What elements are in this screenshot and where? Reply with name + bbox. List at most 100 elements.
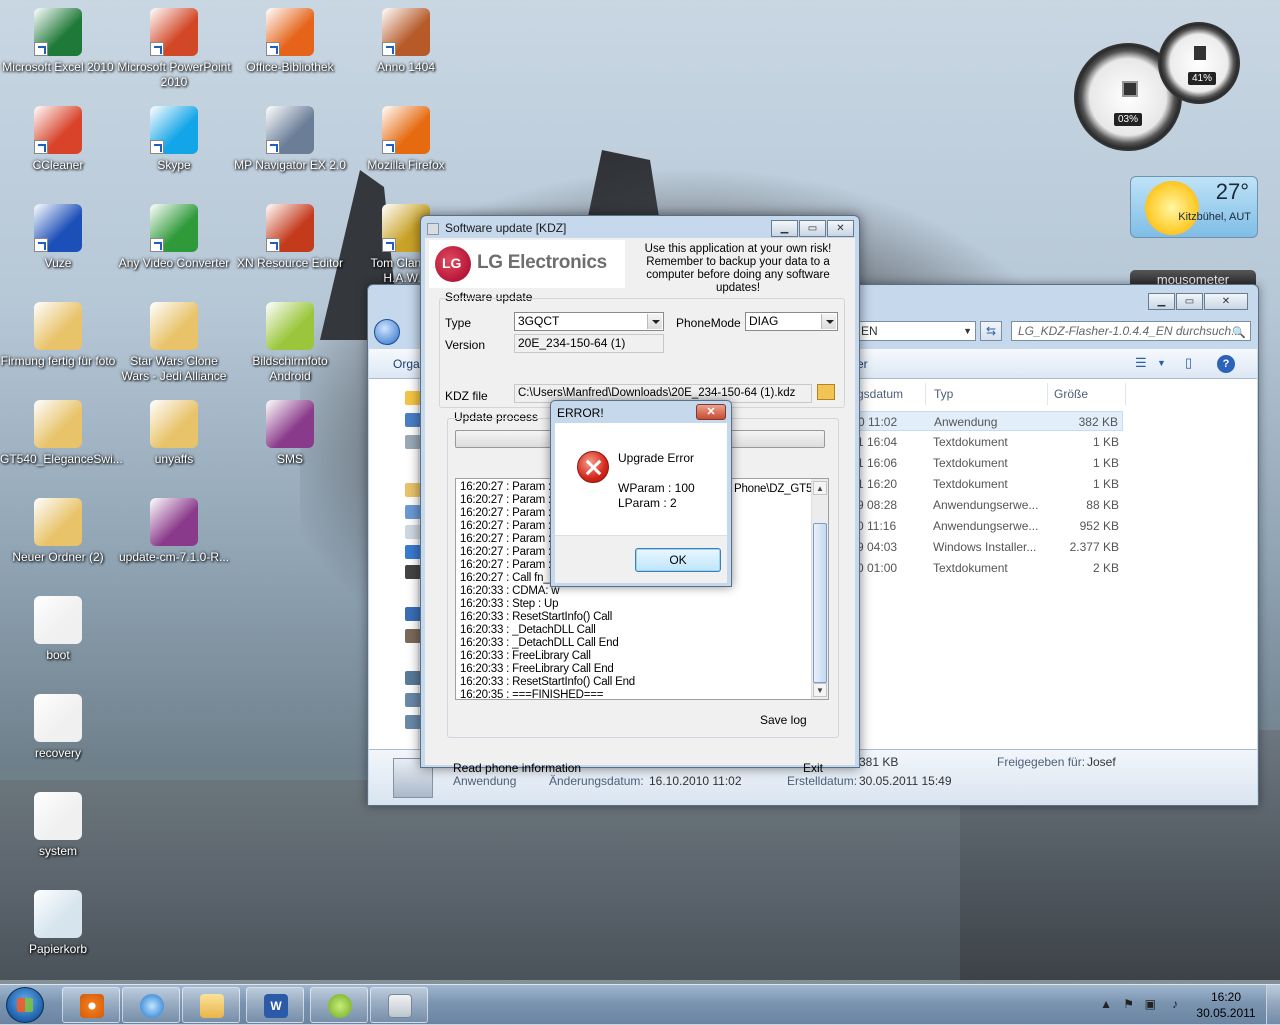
anno-icon	[382, 8, 430, 56]
minimize-button[interactable]: ▁	[1148, 293, 1175, 310]
computer-nav-icon[interactable]	[405, 671, 421, 685]
documents-nav-icon[interactable]	[405, 525, 421, 539]
network-icon[interactable]: ▣	[1145, 997, 1156, 1011]
error-wparam: WParam : 100	[618, 481, 695, 495]
chevron-down-icon[interactable]: ▼	[963, 322, 972, 340]
desktop-icon[interactable]: Any Video Converter	[116, 204, 232, 271]
search-icon[interactable]: 🔍	[1232, 324, 1246, 342]
refresh-button[interactable]: ⇆	[980, 321, 1002, 341]
desktop-icon[interactable]: update-cm-7.1.0-R...	[116, 498, 232, 565]
desktop-icon[interactable]: Skype	[116, 106, 232, 173]
desktop-icon[interactable]: Anno 1404	[348, 8, 464, 75]
file-row[interactable]: 0 01:00 Textdokument 2 KB	[855, 558, 1123, 578]
file-row[interactable]: 9 08:28 Anwendungserwe... 88 KB	[855, 495, 1123, 515]
save-log-button[interactable]: Save log	[760, 713, 807, 727]
scroll-thumb[interactable]	[813, 523, 827, 683]
views-icon[interactable]: ☰	[1135, 355, 1147, 371]
file-row[interactable]: 9 04:03 Windows Installer... 2.377 KB	[855, 537, 1123, 557]
pictures-nav-icon[interactable]	[405, 505, 421, 519]
tray-expand-icon[interactable]: ▲	[1100, 997, 1112, 1011]
music-nav-icon[interactable]	[405, 545, 421, 559]
desktop-icon[interactable]: Star Wars Clone Wars - Jedi Alliance	[116, 302, 232, 384]
desktop-icon[interactable]: boot	[0, 596, 116, 663]
desktop-icon[interactable]: system	[0, 792, 116, 859]
desktop-icon[interactable]: Microsoft Excel 2010	[0, 8, 116, 75]
homegroup-icon[interactable]	[405, 607, 421, 621]
exit-button[interactable]: Exit	[803, 761, 823, 775]
lg-logo: LG Electronics	[429, 240, 625, 288]
taskbar-word[interactable]: W	[246, 987, 304, 1023]
ok-button[interactable]: OK	[635, 548, 721, 572]
desktop-icon[interactable]: Mozilla Firefox	[348, 106, 464, 173]
volume-icon[interactable]: ♪	[1172, 997, 1178, 1011]
close-button[interactable]: ✕	[1204, 293, 1248, 310]
libraries-icon[interactable]	[405, 483, 421, 497]
file-row[interactable]: 1 16:20 Textdokument 1 KB	[855, 474, 1123, 494]
drive-nav-icon-2[interactable]	[405, 715, 421, 729]
views-dropdown-icon[interactable]: ▼	[1157, 358, 1166, 368]
address-bar[interactable]: EN ▼	[844, 321, 976, 341]
type-select[interactable]: 3GQCT	[514, 312, 664, 331]
desktop-icon[interactable]: Firmung fertig für foto	[0, 302, 116, 369]
downloads-nav-icon[interactable]	[405, 435, 421, 449]
taskbar-explorer[interactable]	[182, 987, 240, 1023]
back-button[interactable]	[374, 319, 400, 345]
column-separator[interactable]	[925, 383, 926, 405]
log-scrollbar[interactable]: ▲ ▼	[811, 479, 828, 699]
desktop-icon[interactable]: CCleaner	[0, 106, 116, 173]
scroll-down-icon[interactable]: ▼	[813, 683, 827, 697]
weather-gadget[interactable]: 27° Kitzbühel, AUT	[1130, 176, 1258, 238]
videos-nav-icon[interactable]	[405, 565, 421, 579]
user-nav-icon[interactable]	[405, 629, 421, 643]
desktop-icon[interactable]: XN Resource Editor	[232, 204, 348, 271]
memory-gauge[interactable]: 41%	[1158, 22, 1240, 104]
start-button[interactable]	[6, 987, 44, 1023]
scroll-up-icon[interactable]: ▲	[813, 481, 827, 495]
desktop-icon[interactable]: recovery	[0, 694, 116, 761]
desktop-nav-icon[interactable]	[405, 413, 421, 427]
error-dialog[interactable]: ERROR! ✕ Upgrade Error WParam : 100 LPar…	[550, 400, 732, 587]
desktop-icon[interactable]: GT540_EleganceSwi...	[0, 400, 123, 467]
maximize-button[interactable]: ▭	[799, 220, 826, 237]
close-button[interactable]: ✕	[696, 404, 726, 420]
organize-menu[interactable]: Orga	[393, 357, 420, 371]
chevron-down-icon[interactable]	[821, 314, 836, 329]
clock[interactable]: 16:20 30.05.2011	[1196, 989, 1256, 1021]
drive-nav-icon[interactable]	[405, 693, 421, 707]
desktop-icon[interactable]: Neuer Ordner (2)	[0, 498, 116, 565]
maximize-button[interactable]: ▭	[1176, 293, 1203, 310]
column-type[interactable]: Typ	[934, 387, 953, 401]
desktop-icon[interactable]: Papierkorb	[0, 890, 116, 957]
taskbar-android-tool[interactable]	[310, 987, 368, 1023]
taskbar-internet-explorer[interactable]	[122, 987, 180, 1023]
desktop-icon[interactable]: Office-Bibliothek	[232, 8, 348, 75]
column-separator[interactable]	[1047, 383, 1048, 405]
file-row[interactable]: 1 16:04 Textdokument 1 KB	[855, 432, 1123, 452]
file-row[interactable]: 0 11:02 Anwendung 382 KB	[855, 411, 1123, 431]
read-phone-info-button[interactable]: Read phone information	[453, 761, 581, 775]
desktop-icon[interactable]: SMS	[232, 400, 348, 467]
file-row[interactable]: 0 11:16 Anwendungserwe... 952 KB	[855, 516, 1123, 536]
desktop-icon[interactable]: Vuze	[0, 204, 116, 271]
open-folder-icon[interactable]	[817, 384, 835, 400]
favorites-icon[interactable]	[405, 391, 421, 405]
close-button[interactable]: ✕	[827, 220, 854, 237]
desktop-icon[interactable]: Microsoft PowerPoint 2010	[116, 8, 232, 90]
column-size[interactable]: Größe	[1054, 387, 1088, 401]
file-row[interactable]: 1 16:06 Textdokument 1 KB	[855, 453, 1123, 473]
desktop-icon[interactable]: unyaffs	[116, 400, 232, 467]
column-date[interactable]: gsdatum	[857, 387, 903, 401]
preview-pane-icon[interactable]: ▯	[1185, 355, 1192, 371]
phonemode-select[interactable]: DIAG	[745, 312, 838, 331]
search-input[interactable]: LG_KDZ-Flasher-1.0.4.4_EN durchsuch... 🔍	[1011, 321, 1251, 341]
desktop-icon[interactable]: Bildschirmfoto Android	[232, 302, 348, 384]
show-desktop-button[interactable]	[1266, 985, 1280, 1025]
taskbar-kdz-app[interactable]	[370, 987, 428, 1023]
taskbar-media-player[interactable]	[62, 987, 120, 1023]
flag-icon[interactable]: ⚑	[1123, 997, 1134, 1011]
help-icon[interactable]: ?	[1217, 355, 1235, 373]
column-separator[interactable]	[1125, 383, 1126, 405]
minimize-button[interactable]: ▁	[771, 220, 798, 237]
desktop-icon[interactable]: MP Navigator EX 2.0	[232, 106, 348, 173]
chevron-down-icon[interactable]	[647, 314, 662, 329]
